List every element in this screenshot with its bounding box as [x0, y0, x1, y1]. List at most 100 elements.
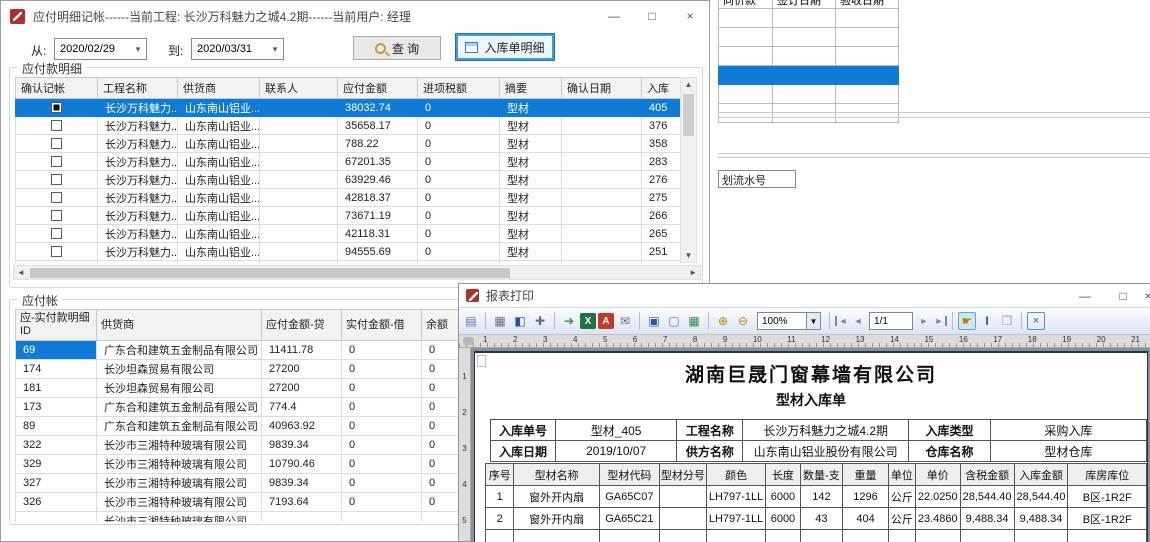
table-row[interactable]: 长沙万科魅力...山东南山铝业...38032.740型材405 — [16, 99, 681, 117]
to-date-select[interactable]: 2020/03/31 ▾ — [191, 38, 284, 60]
cell[interactable] — [719, 85, 773, 104]
cell[interactable]: 0 — [418, 243, 500, 261]
table-row[interactable] — [719, 104, 899, 123]
cell[interactable] — [16, 153, 98, 171]
inbound-detail-button[interactable]: 入库单明细 — [456, 34, 554, 60]
cell[interactable]: 山东南山铝业股份有限公司 — [743, 441, 909, 462]
table-row[interactable]: 69广东合和建筑五金制品有限公司11411.7800 — [16, 341, 501, 360]
scroll-down-icon[interactable]: ▼ — [681, 251, 696, 260]
cell[interactable]: 山东南山铝业... — [178, 117, 260, 135]
cell[interactable] — [262, 512, 342, 523]
cell[interactable]: 广东合和建筑五金制品有限公司 — [97, 398, 262, 417]
column-header[interactable]: 进项税额 — [418, 78, 500, 99]
cell[interactable] — [1014, 530, 1068, 542]
cell[interactable] — [843, 530, 889, 542]
cell[interactable]: 276 — [642, 171, 681, 189]
preview-area[interactable]: 12345 湖南巨晟门窗幕墙有限公司 型材入库单 入库单号型材_405工程名称长… — [459, 348, 1150, 541]
column-header[interactable]: 供货商 — [97, 310, 262, 341]
column-header[interactable]: 确认日期 — [562, 78, 642, 99]
cell[interactable]: 长沙万科魅力... — [98, 135, 178, 153]
cell[interactable]: 长沙万科魅力... — [98, 99, 178, 117]
cell[interactable]: 长沙万科魅力... — [98, 189, 178, 207]
cell[interactable]: 266 — [642, 207, 681, 225]
export-file-icon[interactable]: ➔ — [560, 312, 578, 330]
prev-page-icon[interactable]: ◄ — [851, 316, 865, 326]
cell[interactable]: 长沙坦森贸易有限公司 — [97, 360, 262, 379]
column-header[interactable]: 确认记帐 — [16, 78, 98, 99]
cell[interactable] — [773, 47, 836, 66]
cell[interactable]: 2 — [486, 508, 514, 530]
cell[interactable] — [16, 171, 98, 189]
scrollbar-thumb[interactable] — [30, 268, 510, 278]
column-header[interactable]: 型材名称 — [514, 464, 599, 486]
page-number-input[interactable]: 1/1 — [869, 312, 913, 330]
chevron-down-icon[interactable]: ▼ — [806, 313, 820, 329]
cell[interactable]: 长沙万科魅力... — [98, 171, 178, 189]
cell[interactable]: 23.4860 — [915, 508, 960, 530]
cell[interactable] — [599, 530, 659, 542]
table-row[interactable]: 322长沙市三湘特种玻璃有限公司9839.3400 — [16, 436, 501, 455]
confirm-checkbox[interactable] — [51, 120, 62, 131]
cell[interactable]: 山东南山铝业... — [178, 135, 260, 153]
cell[interactable]: 0 — [418, 99, 500, 117]
cell[interactable] — [260, 153, 338, 171]
cell[interactable]: 0 — [342, 379, 422, 398]
cell[interactable]: 173 — [16, 398, 97, 417]
table-row[interactable]: 入库日期2019/10/07供方名称山东南山铝业股份有限公司仓库名称型材仓库 — [491, 441, 1147, 462]
cell[interactable]: 山东南山铝业... — [178, 225, 260, 243]
cell[interactable]: 10790.46 — [262, 455, 342, 474]
cell[interactable] — [659, 530, 706, 542]
cell[interactable] — [915, 530, 960, 542]
save-icon[interactable]: ▣ — [645, 312, 663, 330]
page-setup-icon[interactable]: ▢ — [665, 312, 683, 330]
cell[interactable]: 型材 — [500, 117, 562, 135]
cell[interactable]: 11411.78 — [262, 341, 342, 360]
cell[interactable] — [260, 225, 338, 243]
cell[interactable]: 型材 — [500, 225, 562, 243]
close-icon[interactable]: × — [1142, 284, 1150, 307]
cell[interactable]: 3895.84 — [338, 261, 418, 264]
column-header[interactable]: 型材代码 — [599, 464, 659, 486]
cell[interactable]: LH797-1LL — [706, 486, 765, 508]
cell[interactable] — [719, 66, 773, 85]
window-titlebar[interactable]: 应付明细记帐------当前工程: 长沙万科魅力之城4.2期------当前用户… — [1, 1, 709, 31]
zoom-out-icon[interactable]: ⊖ — [734, 312, 752, 330]
column-header[interactable]: 库房库位 — [1068, 464, 1147, 486]
table-row[interactable]: 长沙市三湘特种玻璃有限公司 — [16, 512, 501, 523]
cell[interactable] — [562, 207, 642, 225]
column-header[interactable]: 签订日期 — [773, 0, 836, 9]
window-titlebar[interactable]: 报表打印 — □ × — [459, 284, 1150, 308]
cell[interactable]: 型材 — [500, 243, 562, 261]
cell[interactable]: 265 — [642, 225, 681, 243]
cell[interactable]: 工程名称 — [677, 420, 743, 441]
cell[interactable]: 长沙万科魅力之城4.2期 — [743, 420, 909, 441]
cell[interactable] — [562, 225, 642, 243]
table-row[interactable]: 326长沙市三湘特种玻璃有限公司7193.6400 — [16, 493, 501, 512]
cell[interactable]: 入库类型 — [909, 420, 991, 441]
cell[interactable] — [562, 99, 642, 117]
cell[interactable]: 型材 — [500, 171, 562, 189]
table-row[interactable]: 329长沙市三湘特种玻璃有限公司10790.4600 — [16, 455, 501, 474]
cell[interactable]: 公斤 — [888, 508, 915, 530]
cell[interactable]: 67201.35 — [338, 153, 418, 171]
table-row[interactable] — [719, 9, 899, 28]
confirm-checkbox[interactable] — [51, 174, 62, 185]
export-panel-icon[interactable]: ▤ — [462, 312, 480, 330]
grid-view-icon[interactable]: ▦ — [685, 312, 703, 330]
confirm-checkbox[interactable] — [51, 228, 62, 239]
column-header[interactable]: 颜色 — [706, 464, 765, 486]
cell[interactable]: 327 — [16, 474, 97, 493]
cell[interactable]: 0 — [418, 135, 500, 153]
cell[interactable] — [562, 153, 642, 171]
cell[interactable]: 7193.64 — [262, 493, 342, 512]
column-header[interactable]: 实付金额-借 — [342, 310, 422, 341]
cell[interactable] — [706, 530, 765, 542]
scroll-right-icon[interactable]: ► — [689, 268, 697, 277]
table-row[interactable]: 327长沙市三湘特种玻璃有限公司9839.3400 — [16, 474, 501, 493]
cell[interactable]: 404 — [843, 508, 889, 530]
cell[interactable]: 251 — [642, 243, 681, 261]
table-row[interactable]: 181长沙坦森贸易有限公司2720000 — [16, 379, 501, 398]
cell[interactable]: 供方名称 — [677, 441, 743, 462]
cell[interactable]: 28,544.40 — [1014, 486, 1068, 508]
cell[interactable]: 0 — [342, 398, 422, 417]
